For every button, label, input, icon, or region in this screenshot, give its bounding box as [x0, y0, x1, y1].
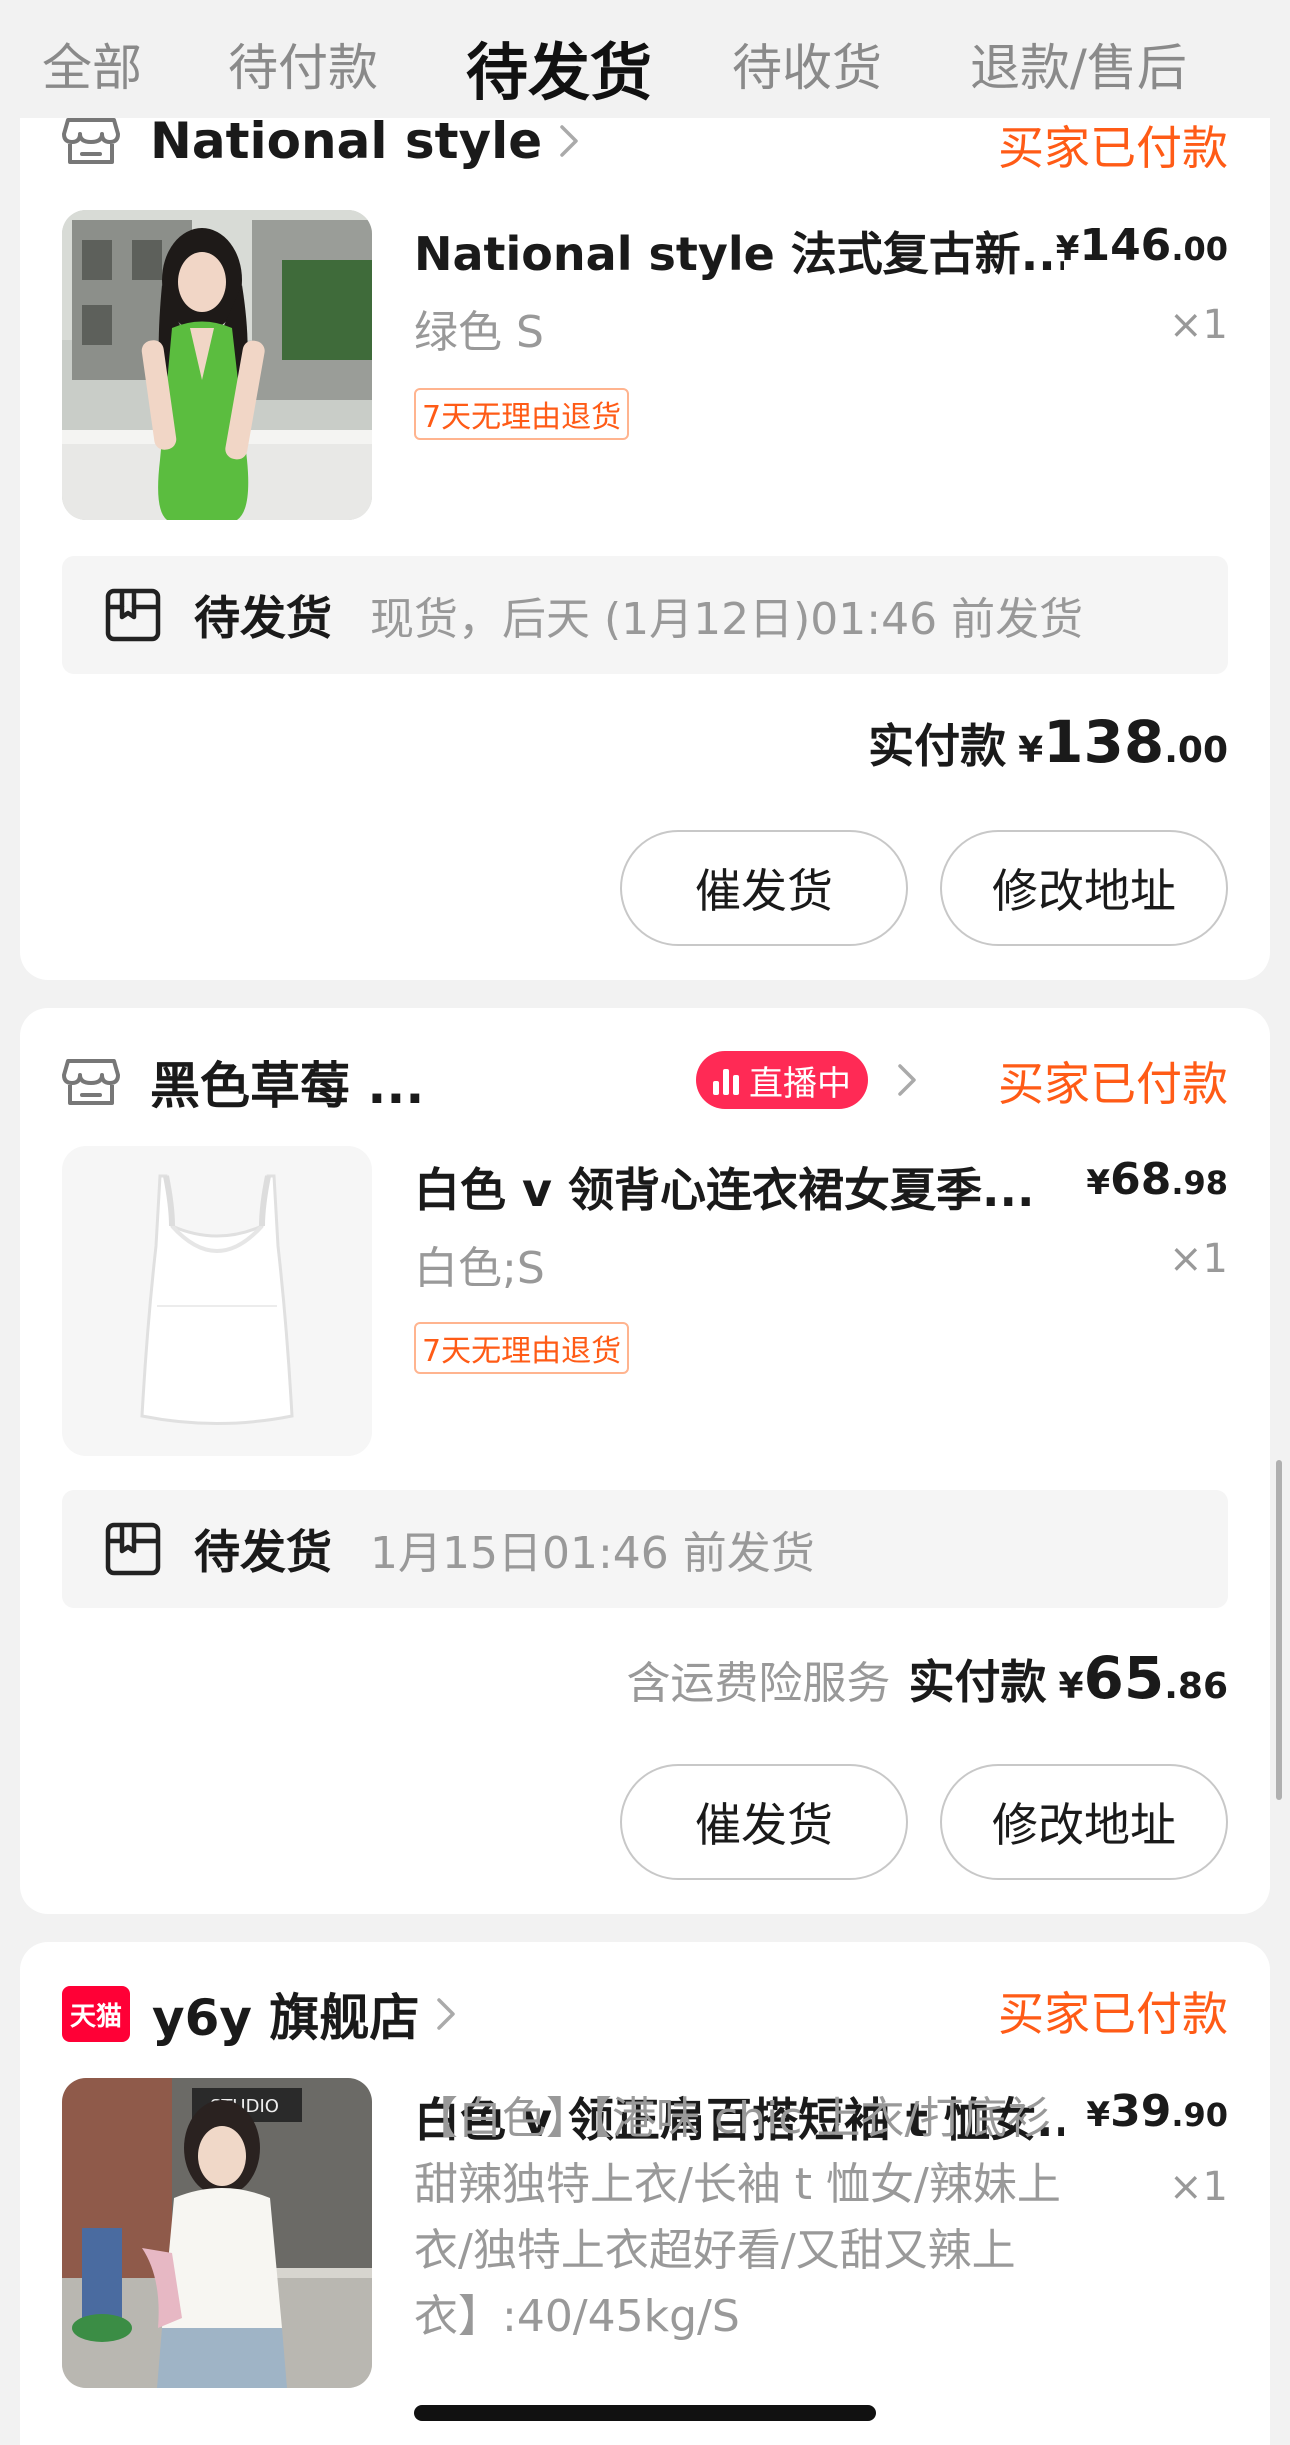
tab-pending-receipt[interactable]: 待收货	[732, 28, 882, 100]
product-title[interactable]: National style 法式复古新...	[414, 218, 1064, 284]
return-policy-badge: 7天无理由退货	[414, 388, 630, 440]
tab-pending-shipment[interactable]: 待发货	[466, 22, 652, 112]
shipping-info[interactable]: 待发货 1月15日01:46 前发货	[62, 1490, 1228, 1608]
store-header[interactable]: 天猫 y6y 旗舰店	[62, 1978, 457, 2050]
product-price: ¥39.90	[1086, 2086, 1228, 2137]
tab-pending-payment[interactable]: 待付款	[228, 28, 378, 100]
shipping-estimate: 1月15日01:46 前发货	[370, 1528, 815, 1579]
total-decimal: .00	[1164, 730, 1228, 771]
product-quantity: ×1	[1169, 1236, 1228, 1282]
product-variant: 绿色 S	[414, 307, 544, 358]
urge-shipment-button[interactable]: 催发货	[620, 830, 908, 946]
store-icon	[62, 1059, 120, 1105]
product-image[interactable]	[62, 210, 372, 520]
scrollbar[interactable]	[1276, 1460, 1282, 1800]
price-integer: 39	[1110, 2086, 1172, 2137]
shipping-status-label: 待发货	[194, 591, 332, 645]
total-currency: ¥	[1058, 1666, 1084, 1707]
store-name: y6y 旗舰店	[152, 1989, 420, 2047]
total-decimal: .86	[1164, 1666, 1228, 1707]
tab-refund-aftersale[interactable]: 退款/售后	[970, 28, 1187, 100]
shipping-status-label: 待发货	[194, 1525, 332, 1579]
product-image[interactable]: STUDIO	[62, 2078, 372, 2388]
price-integer: 146	[1079, 220, 1172, 271]
change-address-button[interactable]: 修改地址	[940, 830, 1228, 946]
product-price: ¥146.00	[1056, 220, 1228, 271]
order-total: 含运费险服务 实付款 ¥65.86	[626, 1644, 1228, 1712]
tab-all[interactable]: 全部	[42, 28, 142, 100]
shipping-insurance-note: 含运费险服务	[626, 1658, 891, 1709]
total-label: 实付款	[868, 719, 1007, 773]
urge-shipment-button[interactable]: 催发货	[620, 1764, 908, 1880]
total-currency: ¥	[1018, 730, 1044, 771]
order-status: 买家已付款	[998, 1057, 1228, 1111]
chevron-right-icon	[560, 125, 578, 157]
total-label: 实付款	[908, 1655, 1047, 1709]
order-card: 黑色草莓 ... 直播中 买家已付款 白色 v 领背心连衣裙女夏季... ¥68…	[20, 1008, 1270, 1914]
product-image[interactable]	[62, 1146, 372, 1456]
return-policy-badge: 7天无理由退货	[414, 1322, 630, 1374]
order-status: 买家已付款	[998, 121, 1228, 175]
price-decimal: .90	[1171, 2096, 1228, 2134]
price-currency: ¥	[1086, 1163, 1111, 1203]
price-decimal: .00	[1171, 230, 1228, 268]
price-integer: 68	[1110, 1154, 1172, 1205]
product-variant: 白色;S	[414, 1243, 545, 1294]
change-address-button[interactable]: 修改地址	[940, 1764, 1228, 1880]
store-name: National style	[150, 112, 543, 170]
total-integer: 65	[1083, 1644, 1165, 1712]
package-icon	[105, 1522, 161, 1576]
product-title[interactable]: 白色 v 领背心连衣裙女夏季...	[414, 1154, 1064, 1220]
shipping-estimate: 现货，后天 (1月12日)01:46 前发货	[370, 594, 1084, 645]
price-currency: ¥	[1086, 2095, 1111, 2135]
product-variant: 【白色】【港味 chic 上衣/打底衫甜辣独特上衣/长袖 t 恤女/辣妹上衣/独…	[414, 2093, 1061, 2342]
product-quantity: ×1	[1169, 2164, 1228, 2210]
store-header[interactable]: 黑色草莓 ...	[62, 1046, 424, 1118]
order-card: National style 买家已付款 National style 法式复古…	[20, 40, 1270, 980]
tmall-logo-icon: 天猫	[62, 1986, 130, 2042]
order-tabs: 全部 待付款 待发货 待收货 退款/售后	[0, 0, 1290, 118]
shipping-info[interactable]: 待发货 现货，后天 (1月12日)01:46 前发货	[62, 556, 1228, 674]
chevron-right-icon	[437, 1998, 456, 2030]
live-badge-label: 直播中	[749, 1063, 851, 1104]
home-indicator[interactable]	[414, 2405, 876, 2421]
chevron-right-icon[interactable]	[896, 1060, 918, 1100]
package-icon	[105, 588, 161, 642]
total-integer: 138	[1043, 708, 1165, 776]
order-card: 天猫 y6y 旗舰店 买家已付款 STUDIO 白色 v 领正肩百搭短袖 t 恤…	[20, 1942, 1270, 2445]
store-icon	[62, 118, 120, 164]
store-header[interactable]: National style	[62, 112, 580, 170]
product-quantity: ×1	[1169, 302, 1228, 348]
order-total: 实付款 ¥138.00	[868, 708, 1228, 776]
live-bars-icon	[713, 1065, 743, 1095]
price-currency: ¥	[1055, 229, 1080, 269]
order-status: 买家已付款	[998, 1987, 1228, 2041]
store-name: 黑色草莓 ...	[150, 1057, 425, 1115]
price-decimal: .98	[1171, 1164, 1228, 1202]
product-price: ¥68.98	[1086, 1154, 1228, 1205]
live-badge[interactable]: 直播中	[696, 1051, 868, 1109]
